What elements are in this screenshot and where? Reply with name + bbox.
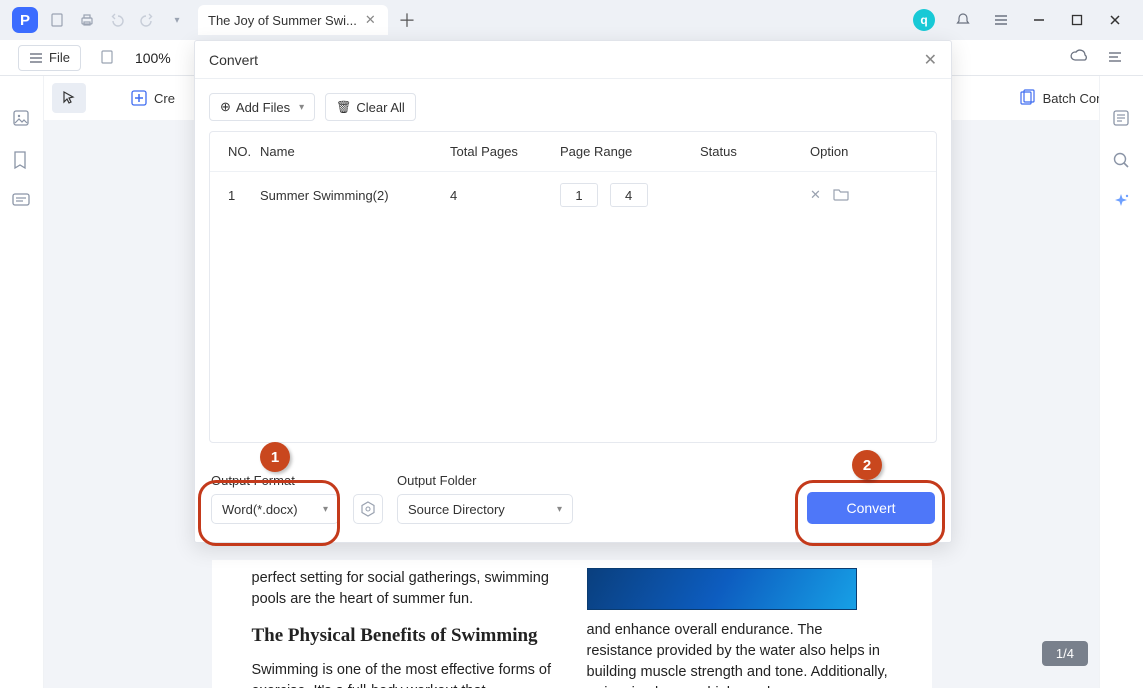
range-from-input[interactable] <box>560 183 598 207</box>
add-files-label: Add Files <box>236 100 290 115</box>
zoom-level[interactable]: 100% <box>135 50 171 66</box>
col-page-range: Page Range <box>560 144 700 159</box>
window-titlebar: P ▾ The Joy of Summer Swi... ✕ ＋ q <box>0 0 1143 40</box>
select-tool-button[interactable] <box>52 83 86 113</box>
dialog-header: Convert ✕ <box>195 41 951 79</box>
right-icon-strip <box>1099 76 1143 688</box>
dropdown-caret-icon: ▾ <box>299 102 304 113</box>
create-button[interactable]: Cre <box>122 83 183 113</box>
col-name: Name <box>260 144 450 159</box>
col-no: NO. <box>210 144 260 159</box>
comments-icon[interactable] <box>11 192 33 214</box>
create-label: Cre <box>154 91 175 106</box>
new-doc-icon[interactable] <box>46 9 68 31</box>
file-menu-button[interactable]: File <box>18 45 81 71</box>
chevron-down-icon: ▾ <box>323 504 328 515</box>
app-logo: P <box>12 7 38 33</box>
user-avatar[interactable]: q <box>913 9 935 31</box>
range-to-input[interactable] <box>610 183 648 207</box>
thumbnails-icon[interactable] <box>11 108 33 130</box>
output-format-value: Word(*.docx) <box>222 502 298 517</box>
files-table: NO. Name Total Pages Page Range Status O… <box>209 131 937 443</box>
page-icon[interactable] <box>99 49 117 67</box>
row-no: 1 <box>210 188 260 203</box>
tab-title: The Joy of Summer Swi... <box>208 13 357 28</box>
document-page: perfect setting for social gatherings, s… <box>212 560 932 688</box>
row-range <box>560 183 700 207</box>
output-format-label: Output Format <box>211 473 339 488</box>
print-icon[interactable] <box>76 9 98 31</box>
col-status: Status <box>700 144 800 159</box>
document-tab[interactable]: The Joy of Summer Swi... ✕ <box>198 5 388 35</box>
dialog-title: Convert <box>209 52 258 68</box>
output-folder-label: Output Folder <box>397 473 573 488</box>
add-files-button[interactable]: ⊕ Add Files ▾ <box>209 93 315 121</box>
convert-dialog: Convert ✕ ⊕ Add Files ▾ 🗑 Clear All NO. … <box>194 40 952 543</box>
maximize-icon[interactable] <box>1067 10 1087 30</box>
col-option: Option <box>800 144 936 159</box>
open-folder-icon[interactable] <box>833 187 849 203</box>
redo-icon[interactable] <box>136 9 158 31</box>
row-pages: 4 <box>450 188 560 203</box>
output-format-select[interactable]: Word(*.docx) ▾ <box>211 494 339 524</box>
tab-close-icon[interactable]: ✕ <box>365 12 376 28</box>
minimize-icon[interactable] <box>1029 10 1049 30</box>
ai-sparkle-icon[interactable] <box>1111 192 1133 214</box>
convert-button[interactable]: Convert <box>807 492 935 524</box>
doc-paragraph: Swimming is one of the most effective fo… <box>252 660 557 688</box>
plus-circle-icon: ⊕ <box>220 99 231 115</box>
search-icon[interactable] <box>1111 150 1133 172</box>
panel-toggle-icon[interactable] <box>1107 49 1125 67</box>
doc-paragraph: and enhance overall endurance. The resis… <box>587 620 892 688</box>
bookmark-icon[interactable] <box>11 150 33 172</box>
dropdown-caret-icon[interactable]: ▾ <box>166 9 188 31</box>
trash-icon: 🗑 <box>336 100 351 114</box>
clear-all-label: Clear All <box>356 100 404 115</box>
col-total-pages: Total Pages <box>450 144 560 159</box>
cloud-icon[interactable] <box>1069 48 1089 68</box>
undo-icon[interactable] <box>106 9 128 31</box>
notification-icon[interactable] <box>953 10 973 30</box>
clear-all-button[interactable]: 🗑 Clear All <box>325 93 416 121</box>
annotation-number-1: 1 <box>260 442 290 472</box>
dialog-close-icon[interactable]: ✕ <box>924 50 937 70</box>
row-name: Summer Swimming(2) <box>260 188 450 203</box>
file-menu-label: File <box>49 50 70 65</box>
page-indicator[interactable]: 1/4 <box>1042 641 1088 666</box>
annotation-number-2: 2 <box>852 450 882 480</box>
row-options: ✕ <box>800 187 936 203</box>
output-folder-value: Source Directory <box>408 502 505 517</box>
doc-heading: The Physical Benefits of Swimming <box>252 622 557 650</box>
doc-paragraph: perfect setting for social gatherings, s… <box>252 568 557 610</box>
format-settings-button[interactable] <box>353 494 383 524</box>
close-window-icon[interactable] <box>1105 10 1125 30</box>
left-icon-strip <box>0 76 44 688</box>
dialog-toolbar: ⊕ Add Files ▾ 🗑 Clear All <box>195 79 951 131</box>
chevron-down-icon: ▾ <box>557 504 562 515</box>
table-row: 1 Summer Swimming(2) 4 ✕ <box>210 172 936 218</box>
dialog-footer: Output Format Word(*.docx) ▾ Output Fold… <box>195 443 951 542</box>
new-tab-button[interactable]: ＋ <box>398 7 416 33</box>
output-folder-select[interactable]: Source Directory ▾ <box>397 494 573 524</box>
remove-row-icon[interactable]: ✕ <box>810 187 821 203</box>
properties-icon[interactable] <box>1111 108 1133 130</box>
table-header: NO. Name Total Pages Page Range Status O… <box>210 132 936 172</box>
menu-icon[interactable] <box>991 10 1011 30</box>
doc-image-placeholder <box>587 568 857 610</box>
